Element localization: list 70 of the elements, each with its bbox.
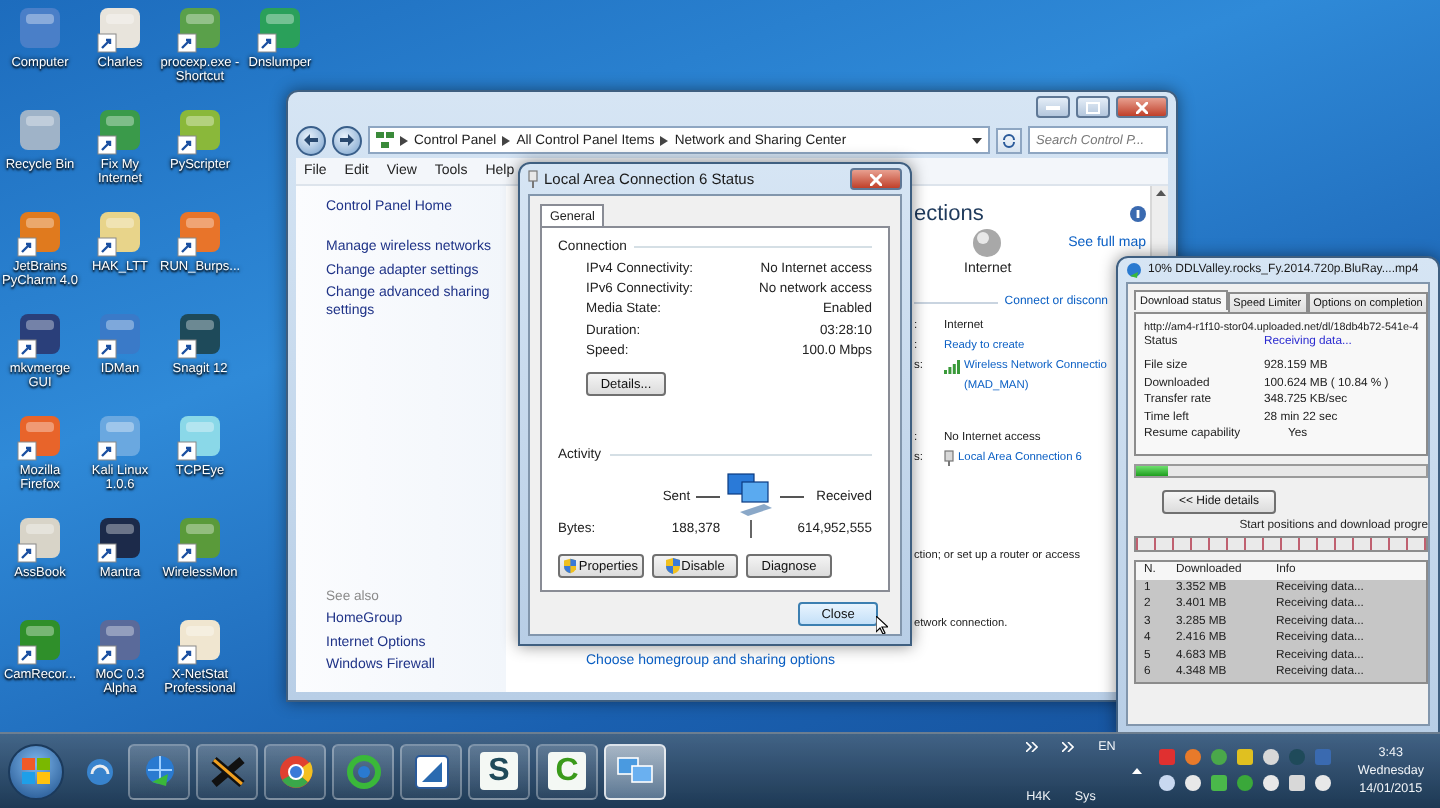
tile-icon[interactable] [96,414,144,462]
dropdown-caret-icon [972,137,982,143]
tile-icon[interactable] [16,6,64,54]
close-button[interactable] [850,168,902,190]
tile-icon[interactable] [176,516,224,564]
tile-icon[interactable] [16,312,64,360]
chevron-icon [1026,741,1039,751]
maximize-icon [1086,101,1100,113]
plug-icon [528,170,538,188]
tile-icon[interactable] [16,516,64,564]
chevron-icon [660,135,669,145]
start-button[interactable] [8,743,64,799]
taskbar-button[interactable] [604,743,666,799]
cursor-icon [876,616,888,634]
signal-bars-icon [944,359,960,373]
close-icon [870,173,882,185]
chevron-icon [1062,741,1075,751]
circle-arrows-icon [343,751,383,791]
tile-icon[interactable] [16,618,64,666]
forward-button[interactable] [332,125,362,155]
taskbar-button[interactable] [196,743,258,799]
tile-icon[interactable] [96,618,144,666]
refresh-button[interactable] [996,127,1022,153]
maximize-button[interactable] [1076,96,1110,118]
chevron-icon [400,135,408,145]
tile-icon[interactable] [96,108,144,156]
network-icon [615,753,655,789]
show-hidden-icons-icon[interactable] [1131,768,1142,774]
tile-icon[interactable] [96,6,144,54]
shield-icon [665,558,680,574]
plug-icon [944,450,954,466]
pen-icon [413,753,449,789]
minimize-button[interactable] [1036,96,1070,118]
tile-icon[interactable] [96,210,144,258]
tile-icon[interactable] [16,210,64,258]
close-button[interactable] [1116,96,1168,118]
tile-icon[interactable] [176,618,224,666]
windows-logo-icon [22,758,50,784]
taskbar-button[interactable] [128,743,190,799]
taskbar-button[interactable] [264,743,326,799]
computers-icon [724,472,777,521]
help-icon[interactable] [1130,206,1146,222]
ring-icon [275,751,315,791]
network-icon [376,132,394,148]
chevron-icon [502,135,511,145]
shield-icon [564,558,577,574]
quick-launch-button[interactable] [86,757,114,785]
tile-icon[interactable] [176,210,224,258]
forward-arrow-icon [340,134,354,146]
minimize-icon [1046,104,1060,110]
tile-icon[interactable] [16,108,64,156]
tile-icon[interactable] [176,6,224,54]
cross-icon [207,751,247,791]
taskbar-button[interactable]: S [468,743,530,799]
back-button[interactable] [296,125,326,155]
tile-icon[interactable] [256,6,304,54]
tile-icon[interactable] [96,516,144,564]
refresh-icon [1002,133,1016,147]
scroll-up-icon[interactable] [1155,190,1165,196]
taskbar-button[interactable] [400,743,462,799]
tile-icon[interactable] [176,108,224,156]
close-icon [1136,101,1148,113]
tile-icon[interactable] [16,414,64,462]
tile-icon[interactable] [96,312,144,360]
section-heading: ections [914,202,984,226]
globe-icon [1126,262,1142,278]
tile-icon[interactable] [176,414,224,462]
back-arrow-icon [304,134,318,146]
tile-icon[interactable] [176,312,224,360]
globe-icon [972,228,1003,258]
